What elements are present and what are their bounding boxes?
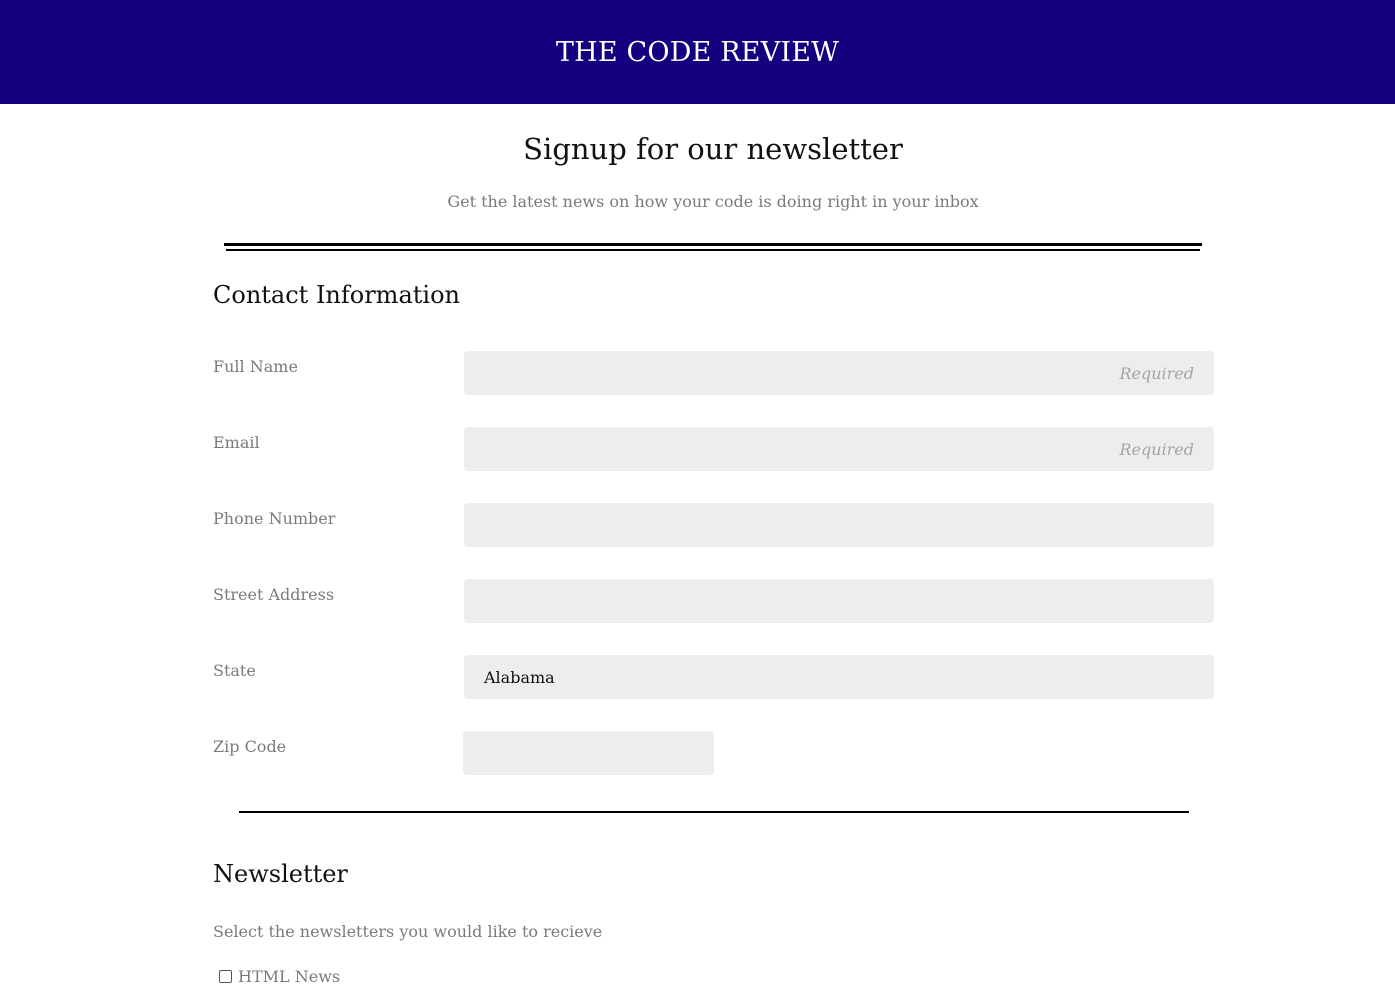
state-label: State [213, 661, 256, 680]
site-title: THE CODE REVIEW [555, 36, 840, 68]
zip-code-input[interactable] [463, 731, 714, 775]
full-name-input[interactable] [464, 351, 1214, 395]
email-input[interactable] [464, 427, 1214, 471]
site-header: THE CODE REVIEW [0, 0, 1395, 104]
newsletter-option-html-news[interactable]: HTML News [219, 967, 340, 986]
newsletter-section-title: Newsletter [213, 860, 348, 888]
phone-number-label: Phone Number [213, 509, 336, 528]
full-name-label: Full Name [213, 357, 298, 376]
checkbox[interactable] [219, 970, 232, 983]
state-selected-value: Alabama [484, 667, 555, 687]
page-title: Signup for our newsletter [523, 132, 903, 166]
section-divider [239, 811, 1189, 813]
phone-number-input[interactable] [464, 503, 1214, 547]
email-label: Email [213, 433, 260, 452]
section-divider-top [224, 243, 1202, 246]
zip-code-label: Zip Code [213, 737, 287, 756]
state-select[interactable]: Alabama [464, 655, 1214, 699]
newsletter-description: Select the newsletters you would like to… [213, 922, 603, 941]
street-address-label: Street Address [213, 585, 335, 604]
section-divider-top-inner [226, 249, 1200, 251]
newsletter-option-label: HTML News [238, 967, 341, 986]
page-subtitle: Get the latest news on how your code is … [447, 192, 979, 211]
street-address-input[interactable] [464, 579, 1214, 623]
contact-section-title: Contact Information [213, 281, 460, 309]
